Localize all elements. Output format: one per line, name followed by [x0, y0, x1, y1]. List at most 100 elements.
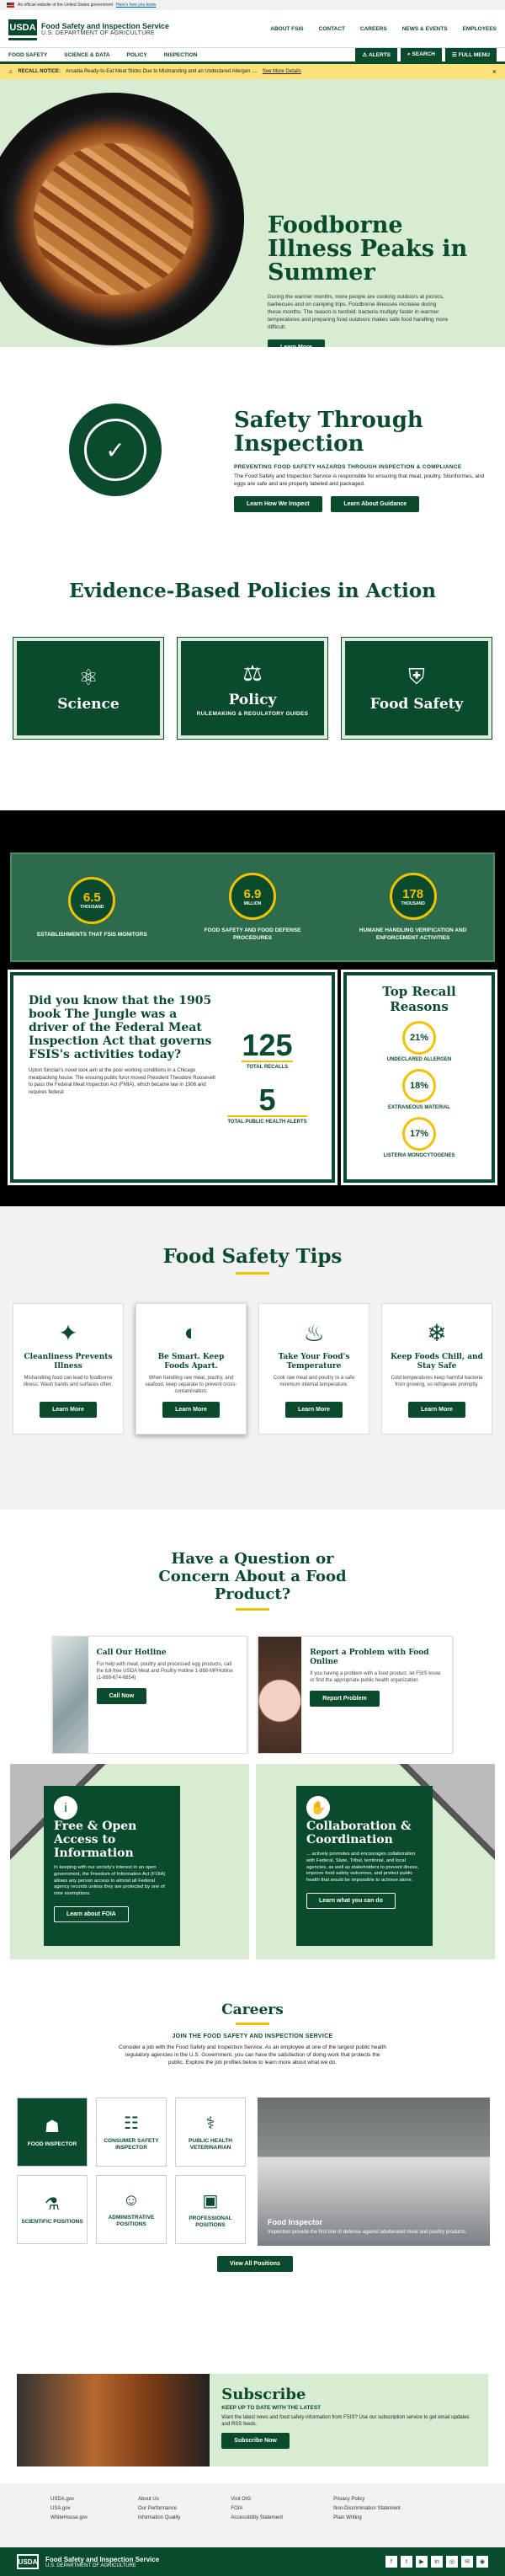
- info-icon: i: [54, 1796, 77, 1820]
- recall-percent: 18%: [402, 1069, 436, 1103]
- recall-reason: LISTERIA MONOCYTOGENES: [383, 1153, 455, 1158]
- full-menu-button[interactable]: ☰ FULL MENU: [444, 48, 497, 61]
- nav-inspection[interactable]: INSPECTION: [164, 52, 198, 58]
- twitter-icon[interactable]: t: [401, 2556, 412, 2568]
- policy-card-food-safety[interactable]: ⛨ Food Safety: [341, 637, 492, 740]
- footer-subtitle: U.S. DEPARTMENT OF AGRICULTURE: [45, 2563, 136, 2568]
- footer-link[interactable]: USDA.gov: [50, 2497, 88, 2502]
- foia-title: Free & Open Access to Information: [54, 1820, 137, 1860]
- tip-learn-more-button[interactable]: Learn More: [162, 1402, 220, 1418]
- subscribe-button[interactable]: Subscribe Now: [221, 2433, 290, 2449]
- footer-link[interactable]: FOIA: [231, 2506, 283, 2511]
- did-you-know-title: Did you know that the 1905 book The Jung…: [29, 994, 212, 1061]
- inspection-body: The Food Safety and Inspection Service i…: [234, 473, 485, 487]
- tip-card: ❄ Keep Foods Chill, and Stay Safe Cold t…: [381, 1303, 492, 1435]
- careers-eyebrow: JOIN THE FOOD SAFETY AND INSPECTION SERV…: [172, 2034, 333, 2039]
- foia-button[interactable]: Learn about FOIA: [54, 1905, 129, 1922]
- tip-title: Keep Foods Chill, and Stay Safe: [391, 1353, 483, 1371]
- subscribe-title: Subscribe: [221, 2386, 306, 2403]
- inspector-icon: ☗: [45, 2118, 60, 2136]
- hero-learn-more-button[interactable]: Learn More: [268, 339, 325, 347]
- careers-section: Careers JOIN THE FOOD SAFETY AND INSPECT…: [0, 1971, 505, 2374]
- chicken-image: [258, 1637, 302, 1753]
- nav-science-data[interactable]: SCIENCE & DATA: [64, 52, 109, 58]
- recall-reason: UNDECLARED ALLERGEN: [386, 1057, 452, 1062]
- guidance-button[interactable]: Learn About Guidance: [331, 496, 420, 512]
- careers-intro: Consider a job with the Food Safety and …: [119, 2044, 386, 2066]
- main-nav: FOOD SAFETY SCIENCE & DATA POLICY INSPEC…: [0, 47, 505, 64]
- position-consumer-safety[interactable]: ☷ CONSUMER SAFETY INSPECTOR: [96, 2098, 167, 2167]
- tip-learn-more-button[interactable]: Learn More: [40, 1402, 97, 1418]
- subscribe-section: Subscribe KEEP UP TO DATE WITH THE LATES…: [0, 2374, 505, 2483]
- footer-link[interactable]: Our Performance: [138, 2506, 180, 2511]
- footer-link[interactable]: WhiteHouse.gov: [50, 2515, 88, 2520]
- stat-number: 178: [402, 886, 424, 901]
- footer-link[interactable]: Non-Discrimination Statement: [333, 2506, 401, 2511]
- thermometer-icon: ❄: [427, 1320, 447, 1346]
- nav-policy[interactable]: POLICY: [127, 52, 147, 58]
- site-subtitle: U.S. DEPARTMENT OF AGRICULTURE: [41, 29, 155, 36]
- career-image-title: Food Inspector: [268, 2218, 322, 2226]
- view-all-positions-button[interactable]: View All Positions: [217, 2256, 293, 2272]
- email-icon[interactable]: ✉: [461, 2556, 473, 2568]
- footer-link[interactable]: Information Quality: [138, 2515, 180, 2520]
- nav-employees[interactable]: EMPLOYEES: [463, 26, 497, 32]
- policy-card-science[interactable]: ⚛ Science: [13, 637, 164, 740]
- stethoscope-icon: ⚕: [205, 2114, 215, 2133]
- call-now-button[interactable]: Call Now: [96, 1688, 147, 1704]
- youtube-icon[interactable]: ▶: [416, 2556, 428, 2568]
- footer-link[interactable]: Privacy Policy: [333, 2497, 401, 2502]
- sparkle-icon: ✦: [58, 1320, 78, 1346]
- handshake-icon: ✋: [306, 1796, 330, 1820]
- linkedin-icon[interactable]: in: [431, 2556, 443, 2568]
- position-scientific[interactable]: ⚗ SCIENTIFIC POSITIONS: [17, 2175, 88, 2244]
- nav-news[interactable]: NEWS & EVENTS: [402, 26, 448, 32]
- gov-banner-link[interactable]: Here's how you know: [116, 3, 156, 8]
- tip-body: Cook raw meat and poultry to a safe mini…: [273, 1376, 355, 1387]
- report-problem-button[interactable]: Report Problem: [310, 1691, 380, 1707]
- footer-link[interactable]: About Us: [138, 2497, 180, 2502]
- position-veterinarian[interactable]: ⚕ PUBLIC HEALTH VETERINARIAN: [175, 2098, 246, 2167]
- foia-card: i Free & Open Access to Information In k…: [10, 1764, 249, 1959]
- stat-humane-handling: 178 THOUSAND HUMANE HANDLING VERIFICATION…: [354, 873, 472, 942]
- site-logo[interactable]: USDA Food Safety and Inspection Service …: [8, 19, 169, 38]
- sink-image: [53, 1637, 88, 1753]
- rss-icon[interactable]: ◉: [476, 2556, 488, 2568]
- career-image-text: Inspectors provide the first line of def…: [268, 2230, 467, 2235]
- inspection-title: Safety Through Inspection: [234, 408, 423, 457]
- facebook-icon[interactable]: f: [385, 2556, 397, 2568]
- position-food-inspector[interactable]: ☗ FOOD INSPECTOR: [17, 2098, 88, 2167]
- stat-label: ESTABLISHMENTS THAT FSIS MONITORS: [36, 931, 147, 938]
- footer-link[interactable]: Accessibility Statement: [231, 2515, 283, 2520]
- policy-card-policy[interactable]: ⚖ Policy RULEMAKING & REGULATORY GUIDES: [177, 637, 328, 740]
- footer-link[interactable]: Visit OIG: [231, 2497, 283, 2502]
- tip-learn-more-button[interactable]: Learn More: [408, 1402, 465, 1418]
- instagram-icon[interactable]: ◎: [446, 2556, 458, 2568]
- tip-learn-more-button[interactable]: Learn More: [285, 1402, 343, 1418]
- foia-body: In keeping with our society's interest i…: [54, 1865, 166, 1897]
- pan-icon: ♨: [303, 1320, 325, 1346]
- nav-about[interactable]: ABOUT FSIS: [270, 26, 303, 32]
- warning-icon: ⚠: [8, 69, 13, 75]
- alerts-button[interactable]: ⚠ ALERTS: [355, 48, 398, 61]
- nav-contact[interactable]: CONTACT: [319, 26, 345, 32]
- close-icon[interactable]: ×: [492, 67, 497, 76]
- policy-card-title: Food Safety: [369, 696, 464, 713]
- search-button[interactable]: ⌕ SEARCH: [401, 48, 442, 61]
- health-alerts-number: 5: [258, 1082, 276, 1117]
- position-administrative[interactable]: ☺ ADMINISTRATIVE POSITIONS: [96, 2175, 167, 2244]
- alert-text: Arcadia Ready-to-Eat Meat Sticks Due to …: [65, 69, 258, 74]
- footer-link[interactable]: Plain Writing: [333, 2515, 401, 2520]
- collab-button[interactable]: Learn what you can do: [306, 1892, 396, 1909]
- footer-link[interactable]: USA.gov: [50, 2506, 88, 2511]
- policies-section: Evidence-Based Policies in Action ⚛ Scie…: [0, 541, 505, 810]
- inspect-button[interactable]: Learn How We Inspect: [234, 496, 322, 512]
- nav-careers[interactable]: CAREERS: [360, 26, 387, 32]
- footer-title: Food Safety and Inspection Service: [45, 2555, 160, 2563]
- top-nav: ABOUT FSIS CONTACT CAREERS NEWS & EVENTS…: [270, 26, 497, 32]
- food-safety-tips: Food Safety Tips ✦ Cleanliness Prevents …: [0, 1206, 505, 1510]
- nav-food-safety[interactable]: FOOD SAFETY: [8, 52, 47, 58]
- collaboration-card: ✋ Collaboration & Coordination ... activ…: [256, 1764, 495, 1959]
- alert-link[interactable]: See More Details: [263, 69, 301, 74]
- position-professional[interactable]: ▣ PROFESSIONAL POSITIONS: [175, 2175, 246, 2244]
